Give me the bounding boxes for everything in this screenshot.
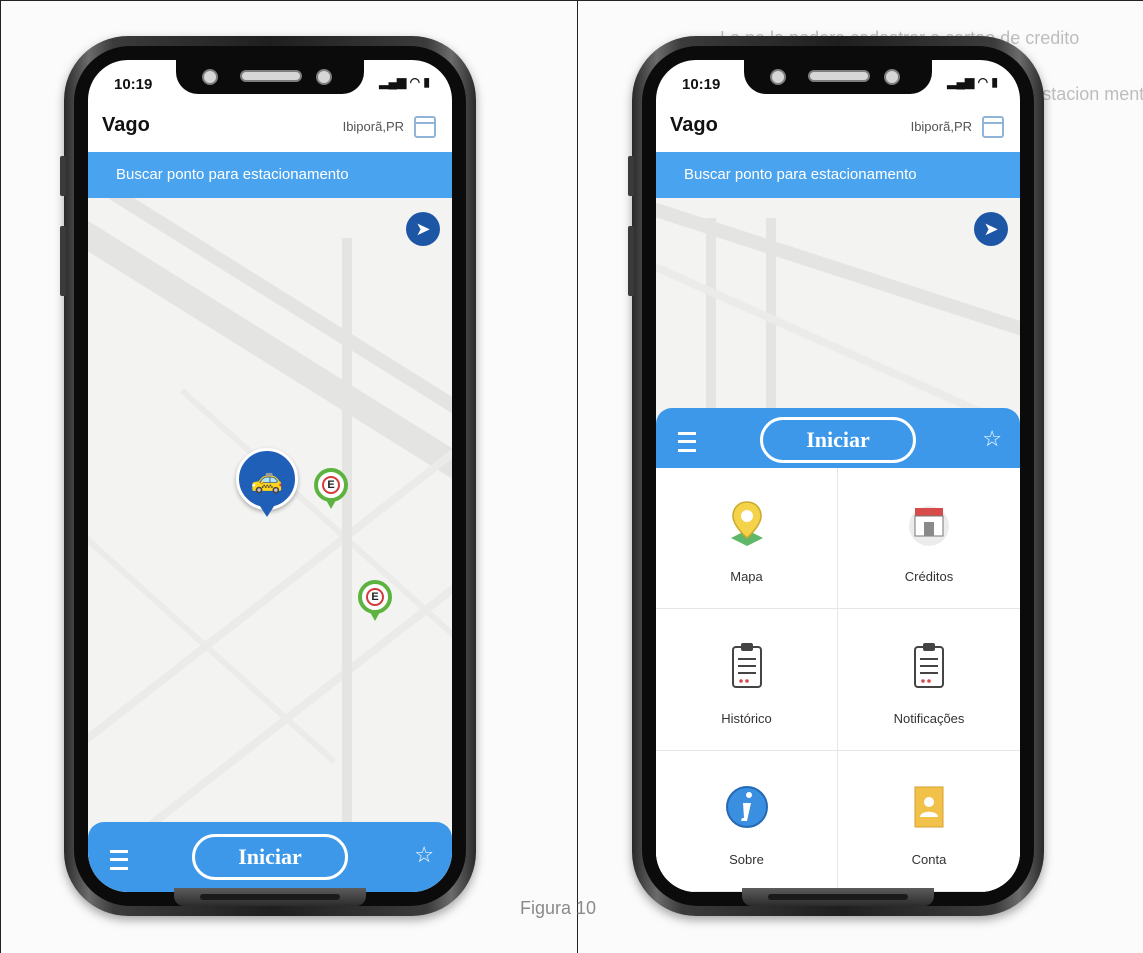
app-title: Vago xyxy=(670,114,718,136)
parking-marker[interactable]: E xyxy=(314,468,348,509)
search-parking-label: Buscar ponto para estacionamento xyxy=(116,166,349,183)
sensor-icon xyxy=(884,69,900,85)
account-card-icon xyxy=(914,786,944,828)
start-button[interactable]: Iniciar xyxy=(192,834,348,880)
map-road xyxy=(88,478,337,764)
city-selector[interactable]: Ibiporã,PR xyxy=(343,119,404,134)
menu-item-creditos[interactable]: Créditos xyxy=(838,468,1020,610)
map-road xyxy=(766,218,776,438)
phone-left: 10:19 ▂▄▆ ◠ ▮ Vago Ibiporã,PR Buscar pon… xyxy=(60,36,476,916)
map-road xyxy=(342,238,352,858)
frame-top-border xyxy=(0,0,1143,1)
side-button xyxy=(60,226,66,296)
app-header: Vago Ibiporã,PR xyxy=(88,104,452,148)
menu-item-label: Histórico xyxy=(721,710,772,726)
search-parking-label: Buscar ponto para estacionamento xyxy=(684,166,917,183)
frame-left-border xyxy=(0,0,1,953)
phone-right-screen: 10:19 ▂▄▆ ◠ ▮ Vago Ibiporã,PR Buscar pon… xyxy=(656,60,1020,892)
search-parking-bar[interactable]: Buscar ponto para estacionamento xyxy=(88,152,452,198)
status-time: 10:19 xyxy=(114,76,153,93)
car-icon: 🚕 xyxy=(250,464,284,494)
menu-item-mapa[interactable]: Mapa xyxy=(656,468,838,610)
menu-item-label: Créditos xyxy=(904,569,954,585)
home-indicator xyxy=(768,894,908,900)
speaker-grille xyxy=(808,70,870,82)
menu-item-sobre[interactable]: Sobre xyxy=(656,750,838,892)
figure-caption: Figura 10 xyxy=(520,898,597,918)
app-header: Vago Ibiporã,PR xyxy=(656,104,1020,148)
menu-item-label: Mapa xyxy=(730,569,763,585)
clipboard-icon xyxy=(914,643,944,689)
camera-icon xyxy=(202,69,218,85)
menu-panel-header: Iniciar ☆ xyxy=(656,408,1020,472)
search-parking-bar[interactable]: Buscar ponto para estacionamento xyxy=(656,152,1020,198)
signal-wifi-battery-icons: ▂▄▆ ◠ ▮ xyxy=(947,75,998,89)
menu-item-label: Conta xyxy=(911,851,947,867)
locate-me-button[interactable]: ➤ xyxy=(406,212,440,246)
locate-me-button[interactable]: ➤ xyxy=(974,212,1008,246)
clipboard-icon xyxy=(731,643,762,689)
start-button[interactable]: Iniciar xyxy=(760,417,916,463)
hamburger-menu-icon[interactable] xyxy=(678,432,696,452)
notch xyxy=(176,60,364,94)
menu-grid: Mapa Créditos Histórico Notificações Sob… xyxy=(656,468,1020,892)
side-button xyxy=(60,156,66,196)
parking-marker[interactable]: E xyxy=(358,580,392,621)
calendar-icon[interactable] xyxy=(982,116,1004,138)
favorites-star-icon[interactable]: ☆ xyxy=(414,842,434,868)
home-indicator xyxy=(200,894,340,900)
sensor-icon xyxy=(316,69,332,85)
frame-divider xyxy=(577,0,578,953)
menu-item-notificacoes[interactable]: Notificações xyxy=(838,609,1020,751)
notch xyxy=(744,60,932,94)
phone-left-screen: 10:19 ▂▄▆ ◠ ▮ Vago Ibiporã,PR Buscar pon… xyxy=(88,60,452,892)
signal-wifi-battery-icons: ▂▄▆ ◠ ▮ xyxy=(379,75,430,89)
parking-sign-icon: E xyxy=(366,588,384,606)
map-view[interactable]: ➤ 🚕 E E xyxy=(88,198,452,892)
store-icon xyxy=(909,506,949,546)
side-button xyxy=(628,226,634,296)
camera-icon xyxy=(770,69,786,85)
menu-item-label: Notificações xyxy=(893,710,965,726)
menu-item-historico[interactable]: Histórico xyxy=(656,609,838,751)
bottom-action-bar: Iniciar ☆ xyxy=(88,822,452,892)
speaker-grille xyxy=(240,70,302,82)
parking-sign-icon: E xyxy=(322,476,340,494)
app-title: Vago xyxy=(102,114,150,136)
city-selector[interactable]: Ibiporã,PR xyxy=(911,119,972,134)
user-car-pin[interactable]: 🚕 xyxy=(236,448,298,517)
phone-right: 10:19 ▂▄▆ ◠ ▮ Vago Ibiporã,PR Buscar pon… xyxy=(628,36,1044,916)
status-time: 10:19 xyxy=(682,76,721,93)
menu-item-conta[interactable]: Conta xyxy=(838,751,1020,892)
map-road xyxy=(706,218,716,438)
info-icon xyxy=(725,785,768,828)
favorites-star-icon[interactable]: ☆ xyxy=(982,426,1002,452)
hamburger-menu-icon[interactable] xyxy=(110,850,128,870)
calendar-icon[interactable] xyxy=(414,116,436,138)
side-button xyxy=(628,156,634,196)
menu-item-label: Sobre xyxy=(729,851,764,867)
map-pin-icon xyxy=(730,501,763,546)
